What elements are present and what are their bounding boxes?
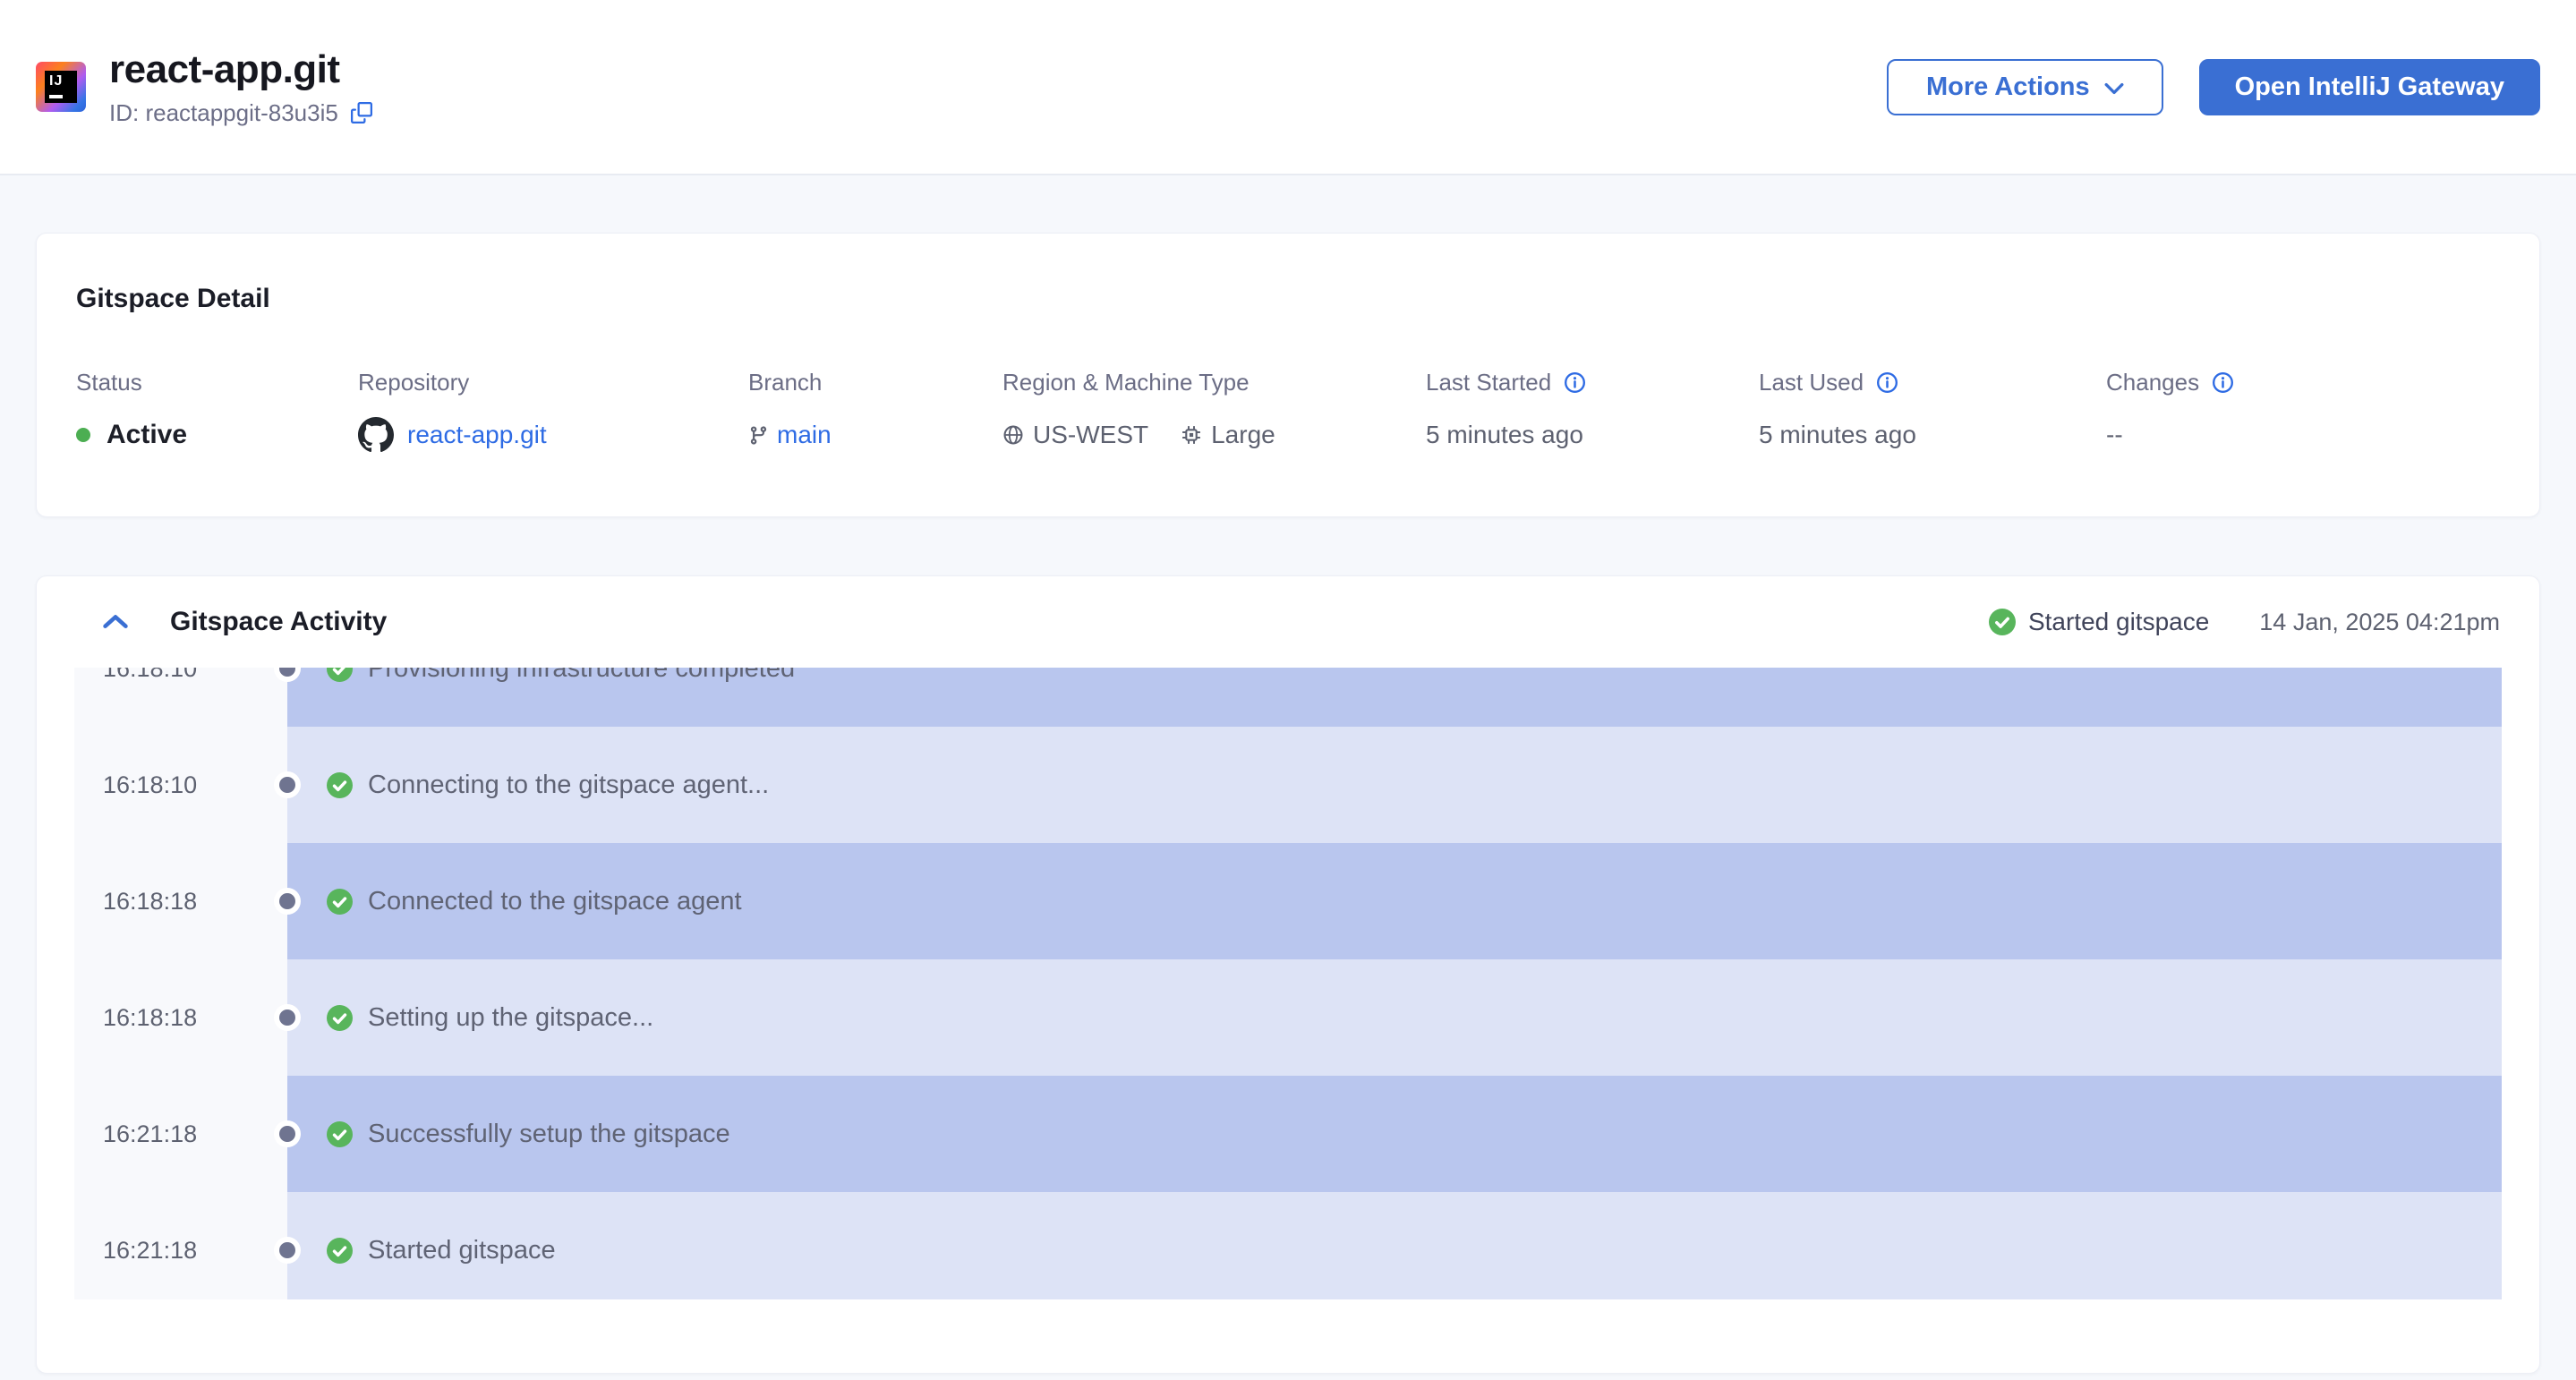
field-last-used: Last Used 5 minutes ago [1759,369,2106,455]
changes-value: -- [2106,415,2500,455]
detail-card-title: Gitspace Detail [76,284,2500,314]
field-status: Status Active [76,369,358,455]
chevron-up-icon[interactable] [103,614,128,630]
activity-row: 16:18:18 Connected to the gitspace agent [74,843,2502,959]
branch-link[interactable]: main [777,421,832,449]
event-message: Setting up the gitspace... [368,1003,653,1033]
event-message: Successfully setup the gitspace [368,1120,730,1149]
check-circle-icon [327,889,353,915]
repository-label: Repository [358,369,748,396]
status-dot-icon [76,428,90,442]
info-circle-icon[interactable] [1564,371,1586,394]
gitspace-id: ID: reactappgit-83u3i5 [109,99,338,127]
event-time: 16:18:10 [74,727,287,843]
machine-type-value: Large [1211,421,1275,449]
field-region-machine: Region & Machine Type US-WEST [1002,369,1426,455]
region-machine-label: Region & Machine Type [1002,369,1426,396]
check-circle-icon [327,1238,353,1264]
intellij-logo: IJ [36,62,86,112]
latest-status: Started gitspace [2028,608,2209,636]
open-gateway-label: Open IntelliJ Gateway [2235,72,2504,102]
event-message: Connected to the gitspace agent [368,887,742,916]
repository-link[interactable]: react-app.git [407,421,547,449]
status-label: Status [76,369,358,396]
event-time: 16:18:18 [74,959,287,1076]
more-actions-label: More Actions [1926,72,2090,102]
last-started-label: Last Started [1426,369,1551,396]
gitspace-activity-card: Gitspace Activity Started gitspace 14 Ja… [36,575,2540,1374]
cpu-icon [1181,424,1202,446]
activity-row: 16:21:18 Started gitspace [74,1192,2502,1299]
activity-row: 16:18:10 Connecting to the gitspace agen… [74,727,2502,843]
copy-icon[interactable] [351,101,374,124]
event-time: 16:18:10 [74,668,287,727]
check-circle-icon [327,1121,353,1147]
check-circle-icon [327,772,353,798]
last-used-value: 5 minutes ago [1759,415,2106,455]
gitspace-detail-card: Gitspace Detail Status Active Repository [36,233,2540,517]
intellij-logo-text: IJ [49,73,63,89]
activity-card-title: Gitspace Activity [170,607,387,637]
more-actions-button[interactable]: More Actions [1887,59,2163,115]
page-title: react-app.git [109,47,374,92]
activity-log-scroll-area[interactable]: 16:18:10 Provisioning infrastructure com… [74,668,2502,1299]
field-last-started: Last Started 5 minutes ago [1426,369,1759,455]
github-icon [358,417,394,453]
changes-label: Changes [2106,369,2199,396]
latest-timestamp: 14 Jan, 2025 04:21pm [2259,609,2500,636]
globe-icon [1002,424,1024,446]
git-branch-icon [748,425,769,446]
top-bar: IJ react-app.git ID: reactappgit-83u3i5 … [0,0,2576,175]
event-time: 16:21:18 [74,1076,287,1192]
info-circle-icon[interactable] [1876,371,1898,394]
event-time: 16:21:18 [74,1192,287,1299]
status-value: Active [107,420,187,450]
timeline-dot-icon [274,888,301,915]
last-started-value: 5 minutes ago [1426,415,1759,455]
timeline-dot-icon [274,1120,301,1147]
check-circle-icon [327,1005,353,1031]
timeline-dot-icon [274,1004,301,1031]
branch-label: Branch [748,369,1002,396]
timeline-dot-icon [274,1237,301,1264]
event-message: Provisioning infrastructure completed [368,668,795,684]
field-branch: Branch main [748,369,1002,455]
activity-row: 16:18:18 Setting up the gitspace... [74,959,2502,1076]
last-used-label: Last Used [1759,369,1864,396]
event-time: 16:18:18 [74,843,287,959]
chevron-down-icon [2104,82,2124,95]
event-message: Started gitspace [368,1236,556,1265]
activity-row: 16:18:10 Provisioning infrastructure com… [74,668,2502,727]
open-intellij-gateway-button[interactable]: Open IntelliJ Gateway [2199,59,2540,115]
timeline-dot-icon [274,771,301,798]
check-circle-icon [1989,609,2016,635]
activity-row: 16:21:18 Successfully setup the gitspace [74,1076,2502,1192]
event-message: Connecting to the gitspace agent... [368,771,769,800]
check-circle-icon [327,668,353,682]
field-repository: Repository react-app.git [358,369,748,455]
field-changes: Changes -- [2106,369,2500,455]
info-circle-icon[interactable] [2212,371,2234,394]
region-value: US-WEST [1033,421,1148,449]
